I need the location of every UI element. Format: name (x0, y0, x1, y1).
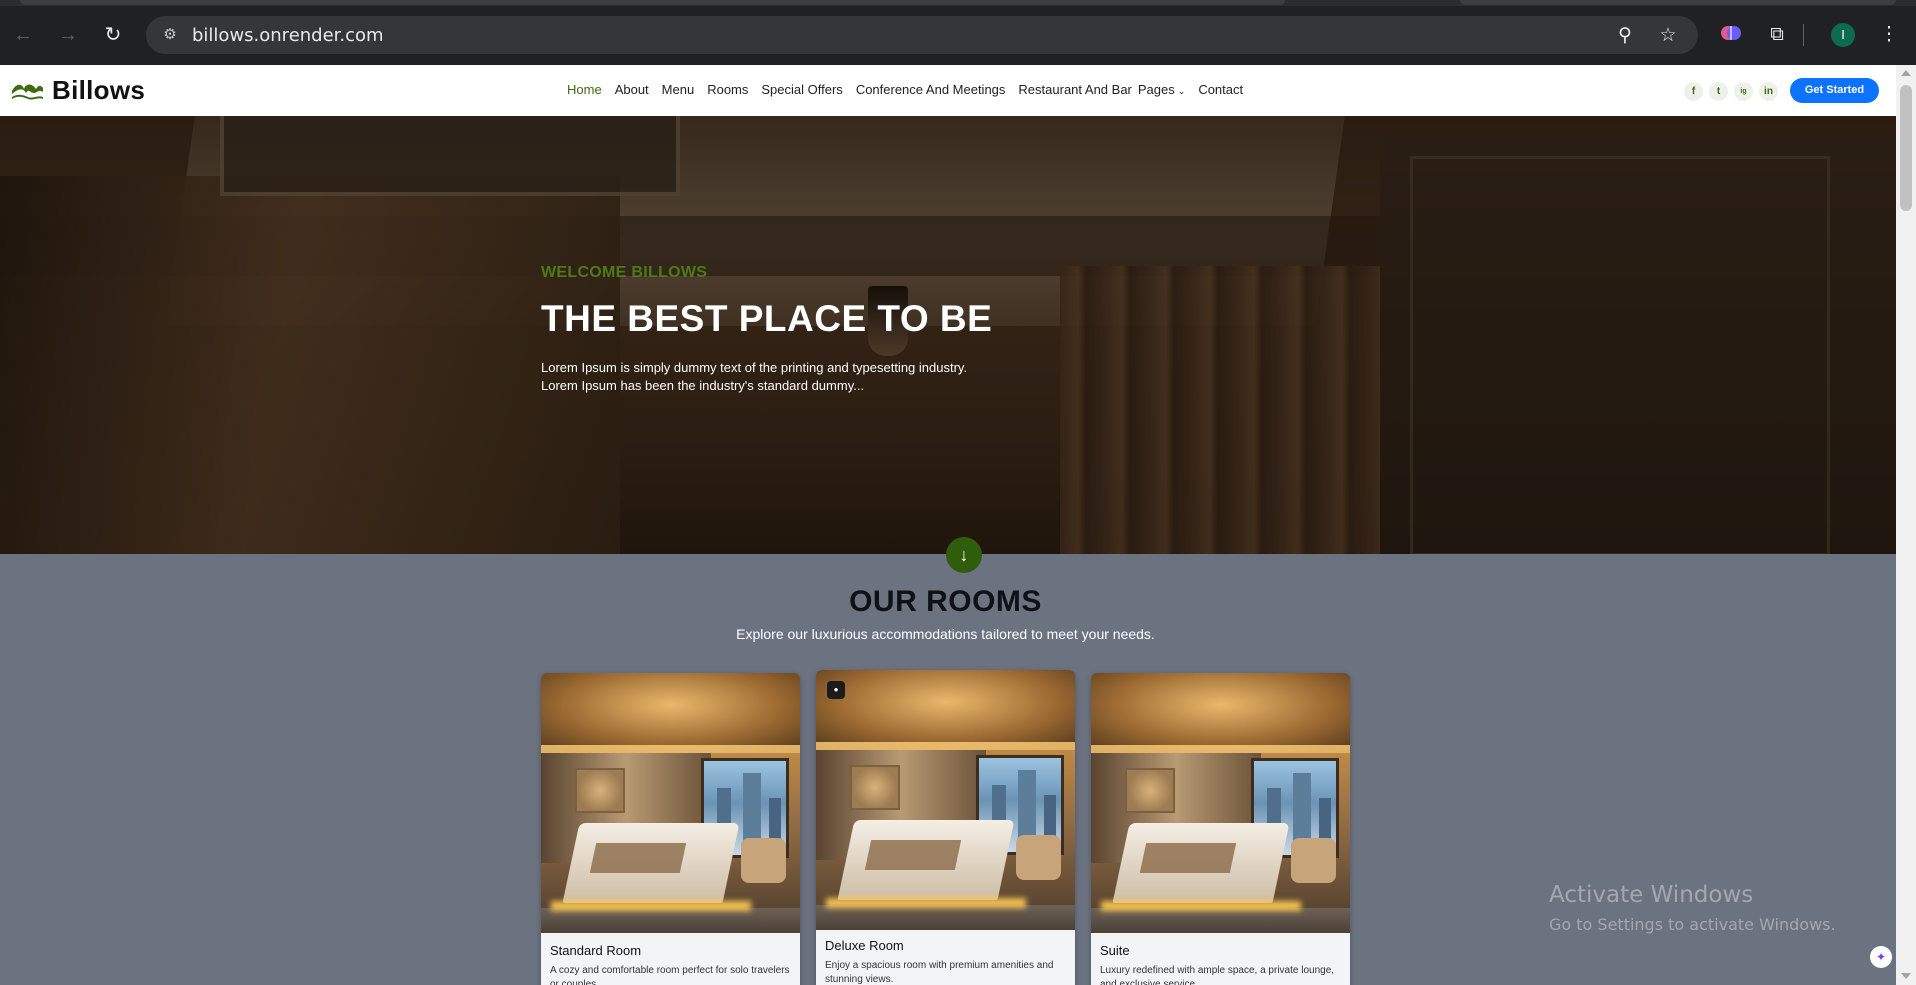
page-scrollbar[interactable] (1896, 65, 1916, 985)
hero-text: WELCOME BILLOWS THE BEST PLACE TO BE Lor… (541, 264, 1001, 395)
hero-section: WELCOME BILLOWS THE BEST PLACE TO BE Lor… (0, 116, 1896, 554)
brain-icon-graphic (1721, 26, 1741, 40)
scroll-down-icon[interactable] (1901, 973, 1911, 979)
browser-tab[interactable] (1460, 0, 1896, 5)
room-name: Standard Room (550, 943, 642, 958)
room-photo (816, 670, 1075, 930)
room-description: A cozy and comfortable room perfect for … (550, 965, 790, 985)
chevron-down-icon: ⌄ (1177, 86, 1186, 96)
scroll-down-arrow-icon[interactable]: ↓ (946, 537, 982, 573)
room-photo (1091, 673, 1350, 933)
instagram-icon[interactable]: ig (1734, 82, 1753, 101)
image-overlay-icon[interactable]: ● (827, 681, 845, 699)
main-nav: Home About Menu Rooms Special Offers Con… (567, 82, 1256, 97)
kebab-menu-icon[interactable]: ⋮ (1876, 22, 1902, 48)
address-bar[interactable]: ⚙ billows.onrender.com ⚲ ☆ (146, 16, 1698, 54)
room-card-standard[interactable]: Standard Room A cozy and comfortable roo… (541, 673, 800, 985)
nav-item-pages[interactable]: Pages ⌄ (1138, 82, 1185, 97)
room-name: Suite (1100, 943, 1130, 958)
toolbar-divider (1803, 24, 1804, 46)
nav-item-home[interactable]: Home (567, 82, 602, 97)
room-photo (541, 673, 800, 933)
hero-description: Lorem Ipsum is simply dummy text of the … (541, 360, 968, 393)
nav-item-special-offers[interactable]: Special Offers (761, 82, 842, 97)
nav-item-restaurant[interactable]: Restaurant And Bar (1018, 82, 1131, 97)
nav-item-about[interactable]: About (615, 82, 649, 97)
activate-windows-subtitle: Go to Settings to activate Windows. (1549, 915, 1836, 934)
facebook-icon[interactable]: f (1684, 82, 1703, 101)
logo-text: Billows (52, 74, 146, 105)
twitter-icon[interactable]: t (1709, 82, 1728, 101)
nav-item-menu[interactable]: Menu (662, 82, 695, 97)
bookmark-star-icon[interactable]: ☆ (1657, 25, 1679, 47)
scroll-up-icon[interactable] (1901, 70, 1911, 76)
floating-assistant-icon[interactable]: ✦ (1870, 946, 1892, 968)
activate-windows-title: Activate Windows (1549, 882, 1754, 908)
extension-brain-icon[interactable] (1718, 22, 1744, 48)
wave-logo-icon (10, 79, 44, 101)
zoom-icon[interactable]: ⚲ (1614, 25, 1636, 47)
get-started-button[interactable]: Get Started (1790, 78, 1879, 103)
reload-icon[interactable]: ↻ (100, 22, 126, 48)
rooms-title: OUR ROOMS (849, 585, 1042, 618)
hero-title: THE BEST PLACE TO BE (541, 298, 993, 339)
nav-item-rooms[interactable]: Rooms (707, 82, 748, 97)
puzzle-icon[interactable]: ⧉ (1764, 22, 1790, 48)
nav-item-contact[interactable]: Contact (1198, 82, 1243, 97)
room-card-suite[interactable]: Suite Luxury redefined with ample space,… (1091, 673, 1350, 985)
profile-avatar[interactable]: I (1831, 23, 1855, 47)
room-description: Enjoy a spacious room with premium ameni… (825, 960, 1054, 985)
forward-arrow-icon[interactable]: → (55, 22, 81, 48)
rooms-subtitle: Explore our luxurious accommodations tai… (736, 626, 1155, 642)
browser-toolbar: ← → ↻ ⚙ billows.onrender.com ⚲ ☆ ⧉ I ⋮ (0, 0, 1916, 65)
room-name: Deluxe Room (825, 938, 904, 953)
browser-tab[interactable] (20, 0, 1285, 5)
nav-item-conference[interactable]: Conference And Meetings (856, 82, 1006, 97)
scrollbar-thumb[interactable] (1900, 85, 1912, 211)
linkedin-icon[interactable]: in (1759, 82, 1778, 101)
room-description: Luxury redefined with ample space, a pri… (1100, 965, 1335, 985)
url-text[interactable]: billows.onrender.com (192, 25, 384, 46)
site-logo[interactable]: Billows (10, 74, 145, 106)
hero-kicker: WELCOME BILLOWS (541, 264, 708, 281)
back-arrow-icon[interactable]: ← (10, 22, 36, 48)
site-info-icon[interactable]: ⚙ (160, 25, 180, 45)
site-header: Billows Home About Menu Rooms Special Of… (0, 65, 1896, 116)
nav-item-pages-label: Pages (1137, 82, 1175, 97)
room-card-deluxe[interactable]: ● Deluxe Room Enjoy a spacious room with… (816, 670, 1075, 985)
